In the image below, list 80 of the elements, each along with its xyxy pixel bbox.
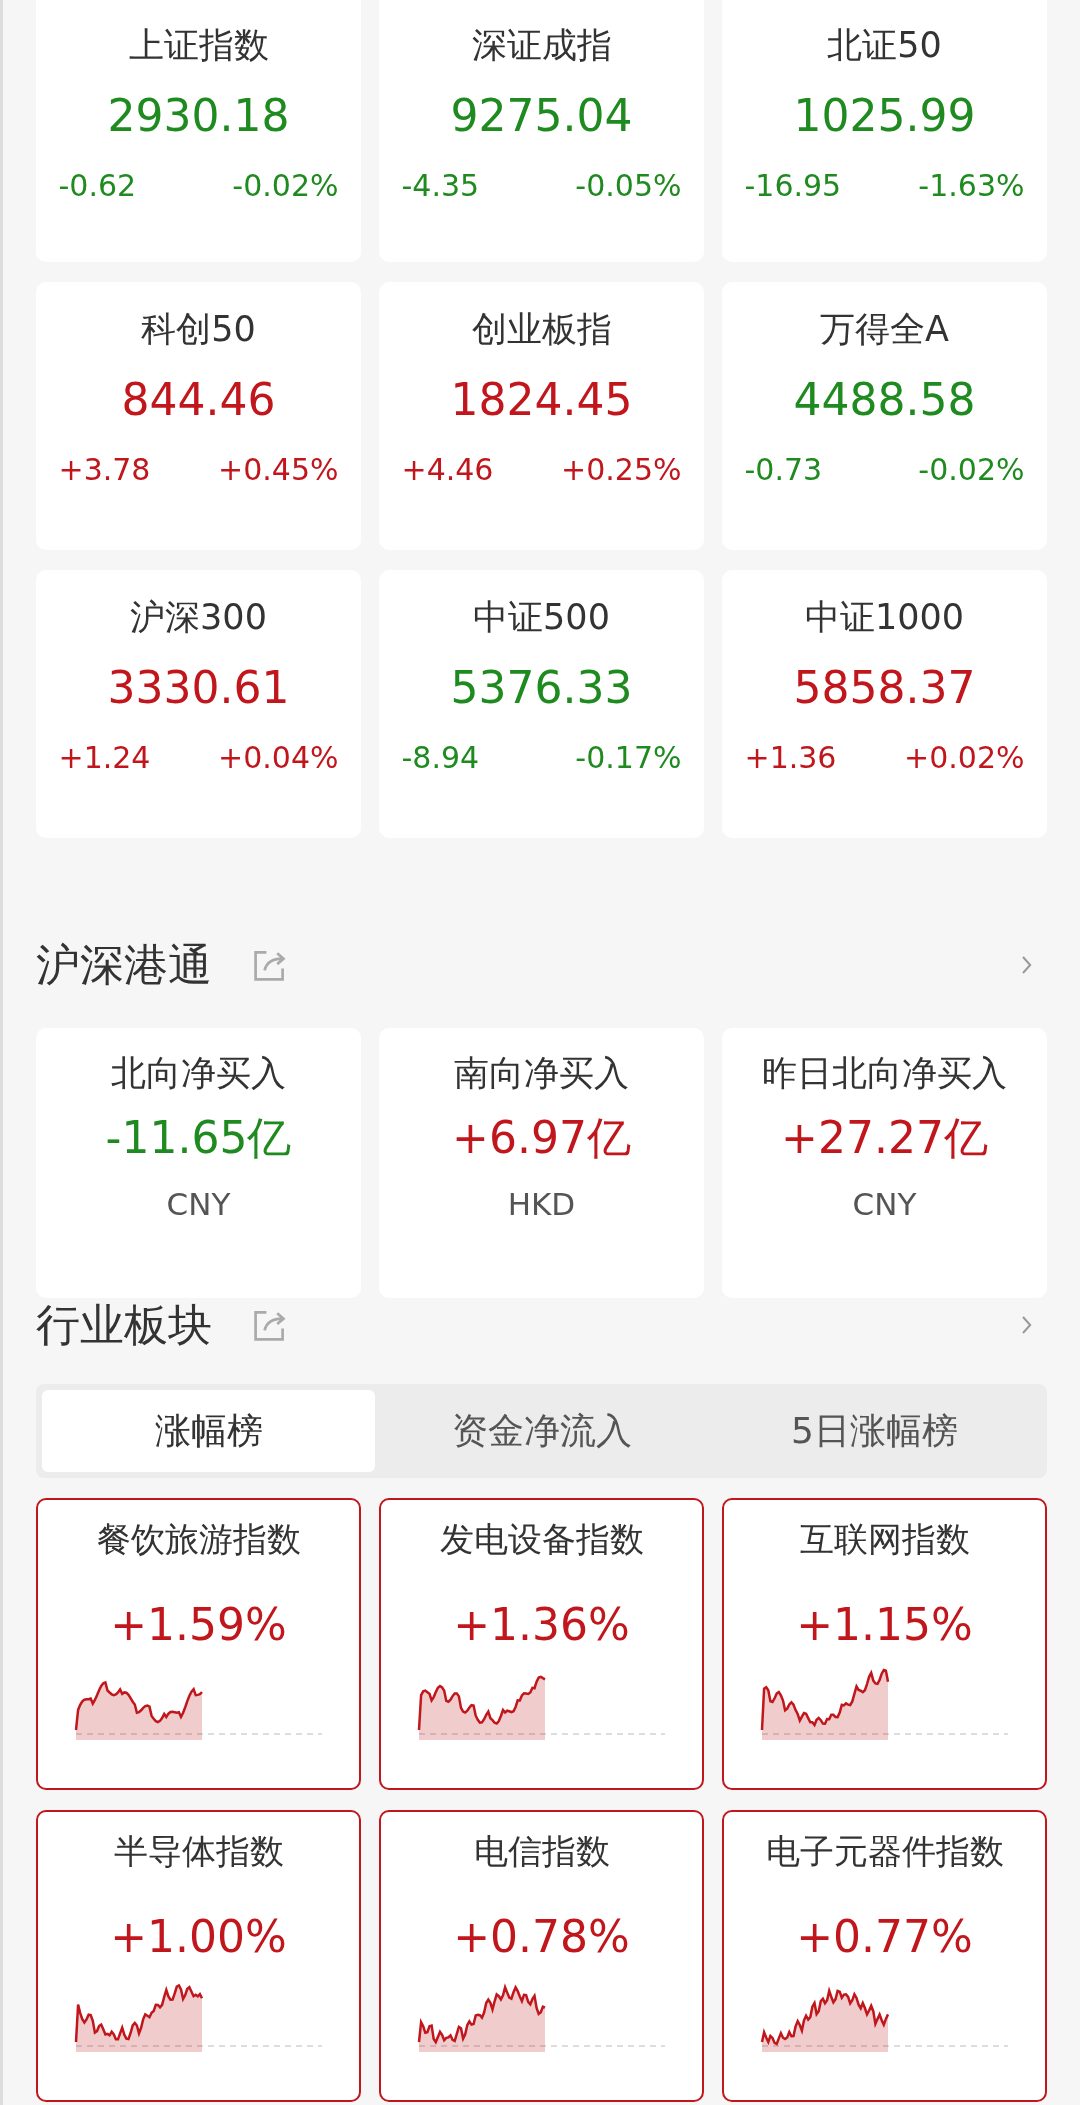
flow-card[interactable]: 北向净买入 -11.65亿 CNY <box>36 1028 361 1298</box>
sector-name: 发电设备指数 <box>439 1518 644 1561</box>
index-percent: +0.45% <box>218 452 339 487</box>
sector-name: 电子元器件指数 <box>765 1830 1004 1873</box>
sector-card[interactable]: 餐饮旅游指数 +1.59% <box>36 1498 361 1790</box>
flow-value: +6.97亿 <box>452 1111 631 1165</box>
index-value: 1025.99 <box>793 89 976 143</box>
sector-name: 电信指数 <box>473 1830 610 1873</box>
sector-percent: +1.36% <box>453 1600 630 1650</box>
index-change: +4.46 <box>401 452 494 487</box>
flow-value: -11.65亿 <box>105 1111 292 1165</box>
sector-card[interactable]: 互联网指数 +1.15% <box>722 1498 1047 1790</box>
sector-card[interactable]: 发电设备指数 +1.36% <box>379 1498 704 1790</box>
flow-value: +27.27亿 <box>781 1111 988 1165</box>
index-change: +3.78 <box>58 452 151 487</box>
flow-card[interactable]: 南向净买入 +6.97亿 HKD <box>379 1028 704 1298</box>
index-value: 3330.61 <box>107 661 290 715</box>
section-title: 行业板块 <box>36 1297 212 1352</box>
sector-card[interactable]: 电信指数 +0.78% <box>379 1810 704 2102</box>
flow-card[interactable]: 昨日北向净买入 +27.27亿 CNY <box>722 1028 1047 1298</box>
index-value: 844.46 <box>121 373 276 427</box>
flow-name: 北向净买入 <box>111 1052 286 1095</box>
sector-card[interactable]: 电子元器件指数 +0.77% <box>722 1810 1047 2102</box>
sector-percent: +0.78% <box>453 1912 630 1962</box>
section-title: 沪深港通 <box>36 937 212 992</box>
index-percent: -1.63% <box>918 168 1025 203</box>
tab[interactable]: 5日涨幅榜 <box>708 1390 1041 1472</box>
sector-percent: +1.15% <box>796 1600 973 1650</box>
index-value: 4488.58 <box>793 373 976 427</box>
index-card[interactable]: 科创50 844.46 +3.78 +0.45% <box>36 282 361 550</box>
index-name: 科创50 <box>141 308 256 351</box>
index-name: 北证50 <box>827 24 942 67</box>
index-percent: -0.02% <box>232 168 339 203</box>
index-card[interactable]: 沪深300 3330.61 +1.24 +0.04% <box>36 570 361 838</box>
index-card[interactable]: 中证1000 5858.37 +1.36 +0.02% <box>722 570 1047 838</box>
sector-name: 餐饮旅游指数 <box>96 1518 301 1561</box>
sector-percent: +1.00% <box>110 1912 287 1962</box>
index-card[interactable]: 中证500 5376.33 -8.94 -0.17% <box>379 570 704 838</box>
index-name: 中证1000 <box>804 596 965 639</box>
currency-label: CNY <box>852 1186 917 1222</box>
index-percent: -0.17% <box>575 740 682 775</box>
index-change: -0.73 <box>744 452 823 487</box>
index-change: -16.95 <box>744 168 842 203</box>
currency-label: HKD <box>507 1186 576 1222</box>
index-percent: -0.02% <box>918 452 1025 487</box>
index-value: 2930.18 <box>107 89 290 143</box>
index-card[interactable]: 创业板指 1824.45 +4.46 +0.25% <box>379 282 704 550</box>
index-name: 万得全A <box>820 308 949 351</box>
index-percent: -0.05% <box>575 168 682 203</box>
sector-percent: +0.77% <box>796 1912 973 1962</box>
flow-name: 南向净买入 <box>454 1052 629 1095</box>
index-name: 中证500 <box>473 596 610 639</box>
index-percent: +0.25% <box>561 452 682 487</box>
index-change: +1.36 <box>744 740 837 775</box>
index-name: 上证指数 <box>128 24 269 67</box>
index-value: 1824.45 <box>450 373 633 427</box>
tab[interactable]: 涨幅榜 <box>42 1390 375 1472</box>
index-name: 深证成指 <box>471 24 612 67</box>
index-card[interactable]: 北证50 1025.99 -16.95 -1.63% <box>722 0 1047 262</box>
index-value: 5376.33 <box>450 661 633 715</box>
index-percent: +0.04% <box>218 740 339 775</box>
index-name: 沪深300 <box>130 596 267 639</box>
sector-name: 半导体指数 <box>113 1830 284 1873</box>
tab[interactable]: 资金净流入 <box>375 1390 708 1472</box>
index-card[interactable]: 深证成指 9275.04 -4.35 -0.05% <box>379 0 704 262</box>
index-value: 5858.37 <box>793 661 976 715</box>
index-change: -0.62 <box>58 168 137 203</box>
index-change: -8.94 <box>401 740 480 775</box>
index-card[interactable]: 上证指数 2930.18 -0.62 -0.02% <box>36 0 361 262</box>
currency-label: CNY <box>166 1186 231 1222</box>
sector-percent: +1.59% <box>110 1600 287 1650</box>
index-name: 创业板指 <box>471 308 612 351</box>
index-card[interactable]: 万得全A 4488.58 -0.73 -0.02% <box>722 282 1047 550</box>
index-value: 9275.04 <box>450 89 633 143</box>
sector-name: 互联网指数 <box>799 1518 970 1561</box>
index-change: -4.35 <box>401 168 480 203</box>
index-percent: +0.02% <box>904 740 1025 775</box>
index-change: +1.24 <box>58 740 151 775</box>
flow-name: 昨日北向净买入 <box>762 1052 1007 1095</box>
sector-card[interactable]: 半导体指数 +1.00% <box>36 1810 361 2102</box>
